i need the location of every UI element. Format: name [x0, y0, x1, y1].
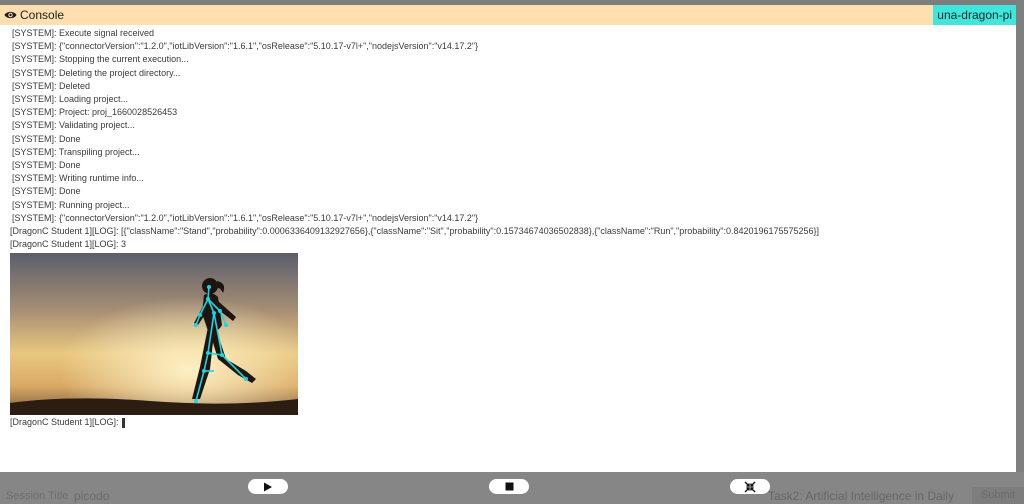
stop-icon — [505, 482, 513, 491]
collapse-icon — [744, 481, 756, 492]
log-line: [SYSTEM]: Running project... — [12, 199, 130, 210]
log-line: [SYSTEM]: Done — [12, 160, 81, 171]
log-line: [SYSTEM]: {"connectorVersion":"1.2.0","i… — [12, 41, 479, 52]
submit-button: Submit — [972, 487, 1024, 504]
log-line: [SYSTEM]: Stopping the current execution… — [12, 54, 189, 65]
stop-button[interactable] — [489, 479, 529, 494]
log-line-count: [DragonC Student 1][LOG]: 3 — [10, 239, 127, 250]
session-title-label: Session Title — [6, 490, 69, 502]
log-line: [SYSTEM]: Deleting the project directory… — [12, 67, 181, 78]
background-right-edge — [1016, 0, 1024, 504]
collapse-console-button[interactable] — [730, 479, 770, 494]
log-line: [SYSTEM]: Loading project... — [12, 94, 129, 105]
log-line: [SYSTEM]: Writing runtime info... — [12, 173, 144, 184]
log-line: [SYSTEM]: Project: proj_1660028526453 — [12, 107, 178, 118]
log-line: [SYSTEM]: Done — [12, 133, 81, 144]
pose-detection-image — [10, 253, 298, 416]
play-icon — [264, 482, 272, 491]
log-line: [SYSTEM]: Transpiling project... — [12, 146, 140, 157]
text-cursor — [121, 418, 125, 429]
console-header: Console una-dragon-pi — [0, 5, 1016, 25]
console-prompt[interactable]: [DragonC Student 1][LOG]: — [10, 416, 1010, 429]
log-line: [SYSTEM]: Validating project... — [12, 120, 135, 131]
console-log: [SYSTEM]: Execute signal received [SYSTE… — [10, 27, 1010, 430]
console-title-label: Console — [20, 8, 65, 22]
eye-icon — [4, 11, 17, 19]
session-title-value: picodo — [74, 489, 110, 503]
log-line: [SYSTEM]: Done — [12, 186, 81, 197]
log-line: [SYSTEM]: Deleted — [12, 80, 91, 91]
device-badge[interactable]: una-dragon-pi — [933, 5, 1016, 25]
log-line: [SYSTEM]: Execute signal received — [12, 28, 155, 38]
console-title: Console — [4, 7, 64, 23]
sun-glow — [10, 253, 298, 416]
log-line: [SYSTEM]: {"connectorVersion":"1.2.0","i… — [12, 212, 479, 223]
task-selector: Task2: Artificial Intelligence in Daily — [768, 489, 955, 503]
run-button[interactable] — [248, 479, 288, 494]
console-panel: Console una-dragon-pi [SYSTEM]: Execute … — [0, 5, 1016, 472]
prompt-label: [DragonC Student 1][LOG]: — [10, 417, 119, 428]
log-line-prediction: [DragonC Student 1][LOG]: [{"className":… — [10, 226, 820, 237]
